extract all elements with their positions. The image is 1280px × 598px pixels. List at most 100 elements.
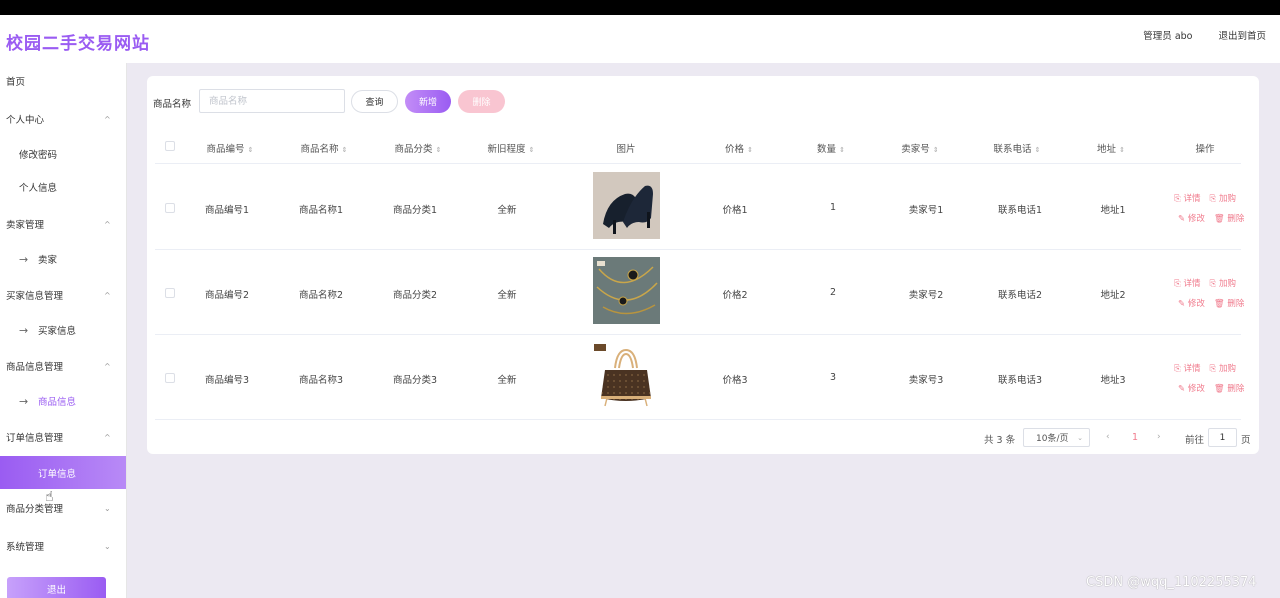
chevron-up-icon: ^: [104, 219, 111, 229]
cell-condition: 全新: [497, 375, 517, 386]
detail-button[interactable]: ⎘ 详情: [1174, 194, 1201, 204]
exit-to-home-link[interactable]: 退出到首页: [1218, 28, 1266, 42]
sort-icon: ⇕: [247, 146, 254, 154]
page-suffix: 页: [1241, 435, 1251, 446]
sidebar: 首页 个人中心 ^ 修改密码 个人信息 卖家管理 ^ → 卖家 买家信息管理 ^ → 买家…: [0, 63, 127, 598]
detail-button[interactable]: ⎘ 详情: [1174, 279, 1201, 289]
column-header[interactable]: 商品名称 ⇕: [301, 141, 348, 155]
row-checkbox[interactable]: [165, 288, 175, 298]
row-delete-button[interactable]: 🗑 删除: [1214, 214, 1245, 224]
edit-button[interactable]: ✎ 修改: [1178, 214, 1205, 224]
search-label: 商品名称: [153, 99, 192, 110]
add-button[interactable]: 新增: [405, 90, 451, 113]
select-all-checkbox[interactable]: [165, 141, 175, 151]
row-actions: ⎘ 详情 ⎘ 加购: [1174, 277, 1245, 289]
detail-button[interactable]: ⎘ 详情: [1174, 364, 1201, 374]
page-size-select[interactable]: 10条/页 ⌄: [1023, 428, 1090, 447]
sort-icon: ⇕: [1119, 146, 1125, 154]
sidebar-item-label: 个人信息: [19, 183, 58, 194]
sidebar-item-order-management[interactable]: 订单信息管理 ^: [0, 422, 126, 452]
cell-seller: 卖家号2: [908, 290, 944, 301]
product-image-tote-bag[interactable]: [593, 342, 660, 409]
cell-qty: 1: [829, 202, 837, 213]
column-header[interactable]: 联系电话 ⇕: [994, 141, 1041, 155]
delete-button[interactable]: 删除: [458, 90, 505, 113]
cell-condition: 全新: [497, 290, 517, 301]
sidebar-item-product-info[interactable]: → 商品信息: [0, 386, 126, 416]
row-delete-button[interactable]: 🗑 删除: [1214, 384, 1245, 394]
search-input[interactable]: [199, 89, 345, 113]
edit-button[interactable]: ✎ 修改: [1178, 299, 1205, 309]
edit-button[interactable]: ✎ 修改: [1178, 384, 1205, 394]
column-header[interactable]: 数量 ⇕: [817, 141, 845, 155]
top-black-bar: [0, 0, 1280, 15]
row-checkbox[interactable]: [165, 203, 175, 213]
sidebar-item-order-info[interactable]: 订单信息: [0, 456, 126, 489]
sidebar-item-product-management[interactable]: 商品信息管理 ^: [0, 351, 126, 381]
prev-page-icon[interactable]: ‹: [1106, 432, 1110, 442]
product-image-heels[interactable]: [593, 172, 660, 239]
sort-icon: ⇕: [839, 146, 845, 154]
cell-category: 商品分类2: [392, 290, 438, 301]
sidebar-item-seller[interactable]: → 卖家: [0, 244, 126, 274]
sidebar-item-buyer-management[interactable]: 买家信息管理 ^: [0, 280, 126, 310]
arrow-right-icon: →: [19, 323, 29, 337]
cell-code: 商品编号2: [204, 290, 250, 301]
page-number-current[interactable]: 1: [1132, 432, 1138, 443]
sort-icon: ⇕: [1034, 146, 1041, 154]
cell-qty: 2: [829, 287, 837, 298]
chevron-up-icon: ^: [104, 290, 111, 300]
cell-category: 商品分类3: [392, 375, 438, 386]
watermark: CSDN @wqq_1102255374: [1086, 575, 1257, 590]
sidebar-item-change-password[interactable]: 修改密码: [0, 139, 126, 169]
row-actions: ⎘ 详情 ⎘ 加购: [1174, 192, 1245, 204]
chevron-down-icon: ⌄: [1077, 433, 1083, 442]
add-to-cart-button[interactable]: ⎘ 加购: [1210, 364, 1237, 374]
sort-icon: ⇕: [747, 146, 753, 154]
sidebar-item-label: 订单信息: [38, 468, 77, 480]
row-actions: ✎ 修改 🗑 删除: [1178, 382, 1253, 394]
chevron-down-icon: ⌄: [104, 503, 111, 513]
sidebar-item-personal-info[interactable]: 个人信息: [0, 172, 126, 202]
site-title: 校园二手交易网站: [6, 34, 150, 54]
sidebar-item-system-management[interactable]: 系统管理 ⌄: [0, 531, 126, 561]
sidebar-item-category-management[interactable]: 商品分类管理 ⌄: [0, 493, 126, 523]
row-checkbox[interactable]: [165, 373, 175, 383]
column-header[interactable]: 卖家号 ⇕: [901, 141, 938, 155]
admin-user-label[interactable]: 管理员 abo: [1143, 28, 1192, 42]
sidebar-item-label: 商品信息: [38, 397, 77, 408]
cell-qty: 3: [829, 372, 837, 383]
sidebar-item-label: 个人中心: [6, 115, 45, 126]
cell-seller: 卖家号1: [908, 205, 944, 216]
chevron-up-icon: ^: [104, 361, 111, 371]
sidebar-item-buyer-info[interactable]: → 买家信息: [0, 315, 126, 345]
product-image-necklace[interactable]: [593, 257, 660, 324]
column-header[interactable]: 价格 ⇕: [725, 141, 753, 155]
sidebar-item-label: 商品分类管理: [6, 504, 64, 515]
logout-button[interactable]: 退出: [7, 577, 106, 598]
cell-code: 商品编号3: [204, 375, 250, 386]
cell-address: 地址1: [1100, 205, 1126, 216]
row-delete-button[interactable]: 🗑 删除: [1214, 299, 1245, 309]
next-page-icon[interactable]: ›: [1157, 432, 1161, 442]
main-card: 商品名称 查询 新增 删除 商品编号⇕ 商品名称⇕ 商品分类⇕ 新旧程度⇕ 图片…: [147, 76, 1259, 454]
cell-phone: 联系电话1: [997, 205, 1043, 216]
cell-name: 商品名称2: [298, 290, 344, 301]
row-actions: ⎘ 详情 ⎘ 加购: [1174, 362, 1245, 374]
column-header[interactable]: 商品分类 ⇕: [395, 141, 442, 155]
query-button[interactable]: 查询: [351, 90, 398, 113]
pagination-total: 共 3 条: [984, 435, 1016, 446]
row-actions: ✎ 修改 🗑 删除: [1178, 297, 1253, 309]
cell-price: 价格3: [722, 375, 748, 386]
sidebar-item-personal-center[interactable]: 个人中心 ^: [0, 104, 126, 134]
cell-address: 地址2: [1100, 290, 1126, 301]
column-header[interactable]: 新旧程度 ⇕: [488, 141, 535, 155]
sidebar-item-seller-management[interactable]: 卖家管理 ^: [0, 209, 126, 239]
column-header[interactable]: 地址 ⇕: [1097, 141, 1125, 155]
column-header[interactable]: 商品编号 ⇕: [207, 141, 254, 155]
cell-price: 价格1: [722, 205, 748, 216]
goto-page-input[interactable]: [1208, 428, 1237, 447]
sidebar-item-home[interactable]: 首页: [0, 66, 126, 96]
add-to-cart-button[interactable]: ⎘ 加购: [1210, 194, 1237, 204]
add-to-cart-button[interactable]: ⎘ 加购: [1210, 279, 1237, 289]
